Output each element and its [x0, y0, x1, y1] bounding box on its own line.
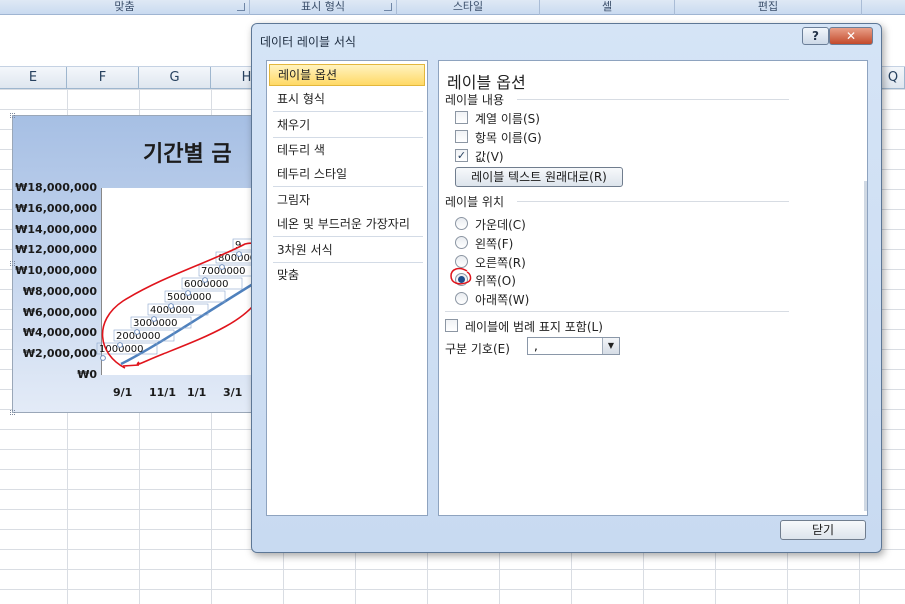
position-below-label[interactable]: 아래쪽(W) [475, 291, 529, 308]
data-point [117, 342, 123, 348]
format-data-labels-dialog: 데이터 레이블 서식 ? ✕ 레이블 옵션 표시 형식 채우기 테두리 색 테두… [251, 23, 882, 553]
data-point [168, 303, 174, 309]
value-checkbox[interactable]: ✓ [455, 149, 468, 162]
legend-key-checkbox[interactable] [445, 319, 458, 332]
nav-item-glow-soft-edges[interactable]: 네온 및 부드러운 가장자리 [269, 213, 425, 235]
help-button[interactable]: ? [802, 27, 829, 45]
nav-item-3d-format[interactable]: 3차원 서식 [269, 239, 425, 261]
legend-key-label[interactable]: 레이블에 범례 표지 포함(L) [465, 318, 603, 335]
nav-item-number[interactable]: 표시 형식 [269, 88, 425, 110]
data-point [134, 329, 140, 335]
close-button[interactable]: 닫기 [780, 520, 866, 540]
column-header-f[interactable]: F [67, 67, 139, 89]
nav-item-shadow[interactable]: 그림자 [269, 189, 425, 211]
panel-heading: 레이블 옵션 [447, 73, 526, 92]
label-contains-title: 레이블 내용 [445, 93, 505, 107]
nav-item-border-color[interactable]: 테두리 색 [269, 139, 425, 161]
category-name-checkbox[interactable] [455, 130, 468, 143]
series-name-label[interactable]: 계열 이름(S) [475, 110, 540, 127]
nav-divider [273, 111, 423, 112]
ribbon-group-cells[interactable]: 셀 [540, 0, 675, 15]
section-divider [445, 311, 789, 312]
separator-select[interactable]: , ▼ [527, 337, 620, 355]
label-options-panel: 레이블 옵션 레이블 내용 계열 이름(S) 항목 이름(G) ✓ 값(V) 레… [438, 60, 868, 516]
column-header-g[interactable]: G [139, 67, 211, 89]
category-name-label[interactable]: 항목 이름(G) [475, 129, 542, 146]
nav-divider [273, 186, 423, 187]
close-icon[interactable]: ✕ [829, 27, 873, 45]
dialog-title: 데이터 레이블 서식 [260, 35, 356, 49]
dialog-launcher-icon[interactable] [237, 3, 245, 11]
annotation-stroke [122, 364, 140, 367]
category-list: 레이블 옵션 표시 형식 채우기 테두리 색 테두리 스타일 그림자 네온 및 … [266, 60, 428, 516]
position-center-radio[interactable] [455, 217, 468, 230]
nav-item-border-style[interactable]: 테두리 스타일 [269, 163, 425, 185]
data-point [236, 251, 242, 257]
separator-value: , [534, 339, 538, 353]
section-divider [517, 99, 789, 100]
nav-divider [273, 236, 423, 237]
chevron-down-icon[interactable]: ▼ [602, 338, 619, 354]
data-point [219, 264, 225, 270]
nav-item-label-options[interactable]: 레이블 옵션 [269, 64, 425, 86]
panel-scrollbar[interactable] [864, 181, 867, 511]
data-point [100, 355, 106, 361]
data-point [151, 316, 157, 322]
position-left-label[interactable]: 왼쪽(F) [475, 235, 513, 252]
position-right-label[interactable]: 오른쪽(R) [475, 254, 526, 271]
series-name-checkbox[interactable] [455, 111, 468, 124]
annotation-mark [450, 267, 472, 285]
column-header-e[interactable]: E [0, 67, 67, 89]
data-point [185, 290, 191, 296]
data-point [202, 277, 208, 283]
ribbon-group-styles[interactable]: 스타일 [397, 0, 540, 15]
section-divider [517, 201, 789, 202]
dialog-launcher-icon[interactable] [384, 3, 392, 11]
nav-item-alignment[interactable]: 맞춤 [269, 264, 425, 286]
chart[interactable]: 기간별 금 ₩18,000,000 ₩16,000,000 ₩14,000,000 ₩… [10, 113, 259, 415]
chart-series: 1000000200000030000004000000500000060000… [96, 238, 259, 369]
nav-divider [273, 137, 423, 138]
ribbon: 맞춤 표시 형식 스타일 셀 편집 [0, 0, 905, 15]
separator-label: 구분 기호(E) [445, 342, 510, 356]
reset-label-text-button[interactable]: 레이블 텍스트 원래대로(R) [455, 167, 623, 187]
value-label[interactable]: 값(V) [475, 148, 504, 165]
ribbon-group-number[interactable]: 표시 형식 [250, 0, 397, 15]
position-center-label[interactable]: 가운데(C) [475, 216, 526, 233]
column-header-q[interactable]: Q [882, 67, 905, 89]
nav-divider [273, 262, 423, 263]
position-above-label[interactable]: 위쪽(O) [475, 272, 516, 289]
label-position-title: 레이블 위치 [445, 195, 505, 209]
nav-item-fill[interactable]: 채우기 [269, 114, 425, 136]
ribbon-group-editing[interactable]: 편집 [675, 0, 862, 15]
ribbon-group-alignment[interactable]: 맞춤 [0, 0, 250, 15]
dialog-titlebar[interactable]: 데이터 레이블 서식 ? ✕ [252, 24, 881, 56]
position-left-radio[interactable] [455, 236, 468, 249]
